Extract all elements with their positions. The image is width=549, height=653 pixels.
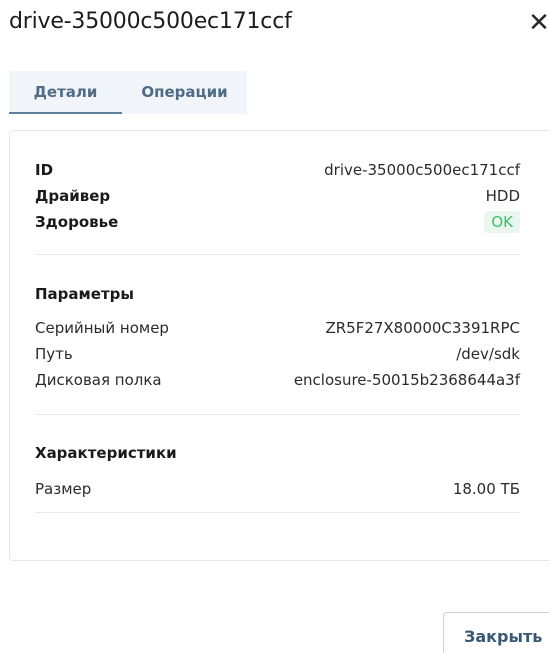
specs-title: Характеристики <box>35 444 177 462</box>
driver-label: Драйвер <box>35 187 111 205</box>
id-label: ID <box>35 161 54 179</box>
divider <box>35 512 520 513</box>
shelf-row: Дисковая полка enclosure-50015b2368644a3… <box>35 367 520 393</box>
driver-value: HDD <box>485 187 520 205</box>
serial-label: Серийный номер <box>35 319 169 337</box>
close-icon[interactable]: ✕ <box>527 10 549 36</box>
health-label: Здоровье <box>35 213 119 231</box>
size-value: 18.00 ТБ <box>452 480 520 498</box>
size-row: Размер 18.00 ТБ <box>35 476 520 502</box>
general-section: ID drive-35000c500ec171ccf Драйвер HDD З… <box>35 157 520 235</box>
tab-details[interactable]: Детали <box>9 71 122 114</box>
shelf-label: Дисковая полка <box>35 371 162 389</box>
path-row: Путь /dev/sdk <box>35 341 520 367</box>
status-badge: OK <box>484 211 520 233</box>
path-label: Путь <box>35 345 73 363</box>
dialog-title: drive-35000c500ec171ccf <box>9 9 292 34</box>
serial-row: Серийный номер ZR5F27X80000C3391RPC <box>35 315 520 341</box>
details-card: ID drive-35000c500ec171ccf Драйвер HDD З… <box>9 130 549 561</box>
params-section: Параметры Серийный номер ZR5F27X80000C33… <box>35 281 520 393</box>
path-value: /dev/sdk <box>456 345 520 363</box>
id-value: drive-35000c500ec171ccf <box>324 161 520 179</box>
divider <box>35 254 520 255</box>
id-row: ID drive-35000c500ec171ccf <box>35 157 520 183</box>
health-row: Здоровье OK <box>35 209 520 235</box>
divider <box>35 414 520 415</box>
driver-row: Драйвер HDD <box>35 183 520 209</box>
serial-value: ZR5F27X80000C3391RPC <box>325 319 520 337</box>
shelf-value: enclosure-50015b2368644a3f <box>293 371 520 389</box>
size-label: Размер <box>35 480 92 498</box>
params-title: Параметры <box>35 285 134 303</box>
tab-bar: Детали Операции <box>9 71 247 116</box>
tab-operations[interactable]: Операции <box>122 71 247 114</box>
drive-details-dialog: drive-35000c500ec171ccf ✕ Детали Операци… <box>0 0 549 653</box>
close-button[interactable]: Закрыть <box>443 612 549 653</box>
specs-section: Характеристики Размер 18.00 ТБ <box>35 440 520 502</box>
